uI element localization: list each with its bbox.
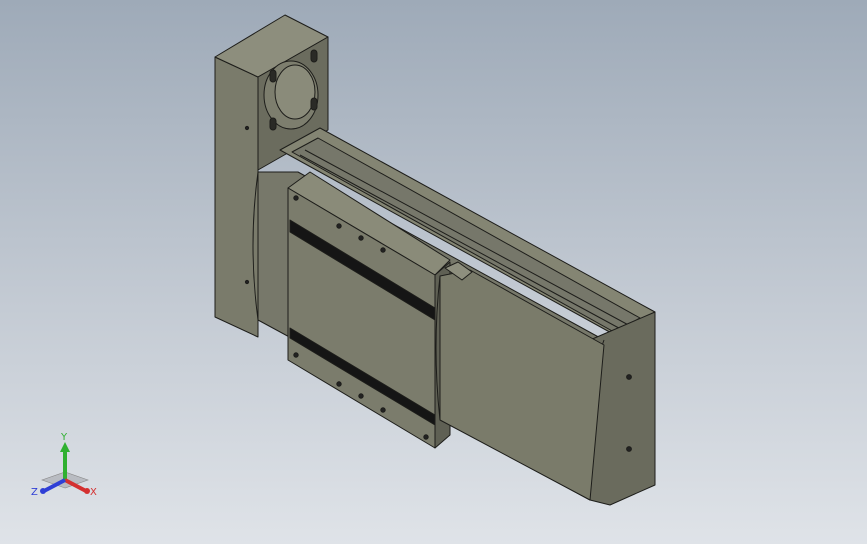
carriage-bolt <box>293 352 299 358</box>
mount-slot <box>310 97 318 111</box>
orientation-triad: Y X Z <box>31 432 97 498</box>
z-axis-label: Z <box>31 487 38 498</box>
cad-viewport[interactable] <box>0 0 867 544</box>
carriage-bolt <box>293 195 299 201</box>
mount-hole <box>244 125 250 131</box>
mount-slot <box>269 117 277 131</box>
y-axis-label: Y <box>60 432 68 443</box>
x-axis-label: X <box>90 487 97 498</box>
carriage-bolt <box>380 407 386 413</box>
linear-actuator-model[interactable] <box>214 14 656 506</box>
carriage-bolt <box>358 235 364 241</box>
carriage-bolt <box>380 247 386 253</box>
end-cap-hole <box>626 446 632 452</box>
motor-bore-inner <box>274 64 316 120</box>
carriage-bolt <box>423 434 429 440</box>
mount-slot <box>310 49 318 63</box>
motor-mount-front-face <box>214 56 259 338</box>
end-cap-hole <box>626 374 632 380</box>
y-axis-head <box>60 442 70 452</box>
z-axis-cap <box>40 488 46 494</box>
carriage-bolt <box>336 223 342 229</box>
carriage-bolt <box>358 393 364 399</box>
end-cap-face <box>589 311 656 506</box>
mount-slot <box>269 69 277 83</box>
carriage-bolt <box>336 381 342 387</box>
mount-hole <box>244 279 250 285</box>
